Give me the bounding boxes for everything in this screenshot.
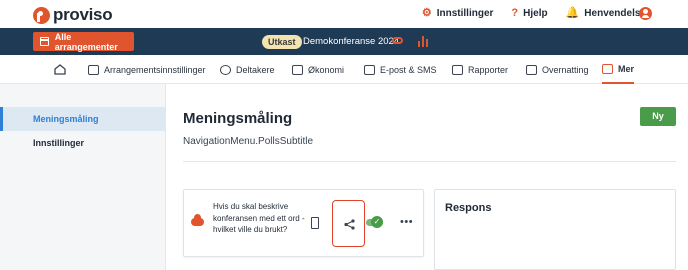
tab-participants[interactable]: Deltakere bbox=[220, 55, 275, 84]
stats-icon[interactable] bbox=[418, 36, 428, 47]
top-link-label: Henvendelse bbox=[584, 8, 646, 19]
top-link-label: Innstillinger bbox=[436, 8, 494, 19]
help-icon: ? bbox=[511, 7, 519, 19]
calendar-gear-icon bbox=[88, 64, 99, 75]
tab-label: Mer bbox=[618, 63, 635, 74]
tab-label: Rapporter bbox=[468, 64, 509, 75]
sidebar-item-settings[interactable]: Innstillinger bbox=[0, 131, 166, 155]
response-card: Respons bbox=[434, 189, 676, 270]
response-title: Respons bbox=[445, 202, 492, 214]
page-subtitle: NavigationMenu.PollsSubtitle bbox=[183, 136, 314, 147]
mobile-preview-icon[interactable] bbox=[311, 217, 319, 229]
logo-text: proviso bbox=[53, 5, 113, 24]
tab-economy[interactable]: Økonomi bbox=[292, 55, 344, 84]
tab-event-settings[interactable]: Arrangementsinnstillinger bbox=[88, 55, 206, 84]
tab-label: Deltakere bbox=[236, 64, 275, 75]
money-icon bbox=[292, 64, 303, 75]
event-name: Demokonferanse 2024 bbox=[303, 36, 400, 47]
home-icon[interactable] bbox=[54, 64, 66, 75]
link-icon[interactable] bbox=[392, 37, 403, 44]
more-icon[interactable]: ••• bbox=[400, 216, 413, 228]
top-links: ⚙ Innstillinger ? Hjelp 🔔 Henvendelse bbox=[421, 7, 646, 20]
top-link-help[interactable]: ? Hjelp bbox=[511, 7, 548, 20]
tab-more[interactable]: Mer bbox=[602, 55, 635, 84]
all-events-button[interactable]: Alle arrangementer bbox=[33, 31, 134, 52]
report-icon bbox=[452, 64, 463, 75]
new-poll-button[interactable]: Ny bbox=[640, 107, 676, 126]
check-icon: ✓ bbox=[371, 216, 383, 228]
logo-mark-icon bbox=[33, 6, 50, 24]
user-icon[interactable] bbox=[639, 7, 652, 20]
poll-question: Hvis du skal beskrive konferansen med et… bbox=[213, 202, 305, 234]
grid-icon bbox=[602, 63, 613, 74]
sidebar: Meningsmåling Innstillinger bbox=[0, 84, 166, 270]
poll-card: Hvis du skal beskrive konferansen med et… bbox=[183, 189, 424, 257]
top-link-settings[interactable]: ⚙ Innstillinger bbox=[421, 7, 494, 20]
bed-icon bbox=[526, 64, 537, 75]
top-bar: proviso ⚙ Innstillinger ? Hjelp 🔔 Henven… bbox=[0, 0, 688, 28]
gear-icon: ⚙ bbox=[421, 7, 432, 19]
users-icon bbox=[220, 64, 231, 75]
tab-label: E-post & SMS bbox=[380, 64, 437, 75]
bell-icon: 🔔 bbox=[565, 7, 580, 19]
logo[interactable]: proviso bbox=[33, 5, 113, 25]
sidebar-item-polls[interactable]: Meningsmåling bbox=[0, 107, 166, 131]
top-link-label: Hjelp bbox=[523, 8, 548, 19]
tab-reports[interactable]: Rapporter bbox=[452, 55, 508, 84]
tab-label: Økonomi bbox=[308, 64, 345, 75]
share-icon bbox=[344, 219, 355, 230]
word-cloud-icon bbox=[191, 214, 204, 226]
top-link-inquiry[interactable]: 🔔 Henvendelse bbox=[565, 7, 646, 20]
all-events-label: Alle arrangementer bbox=[54, 31, 118, 52]
tab-accommodation[interactable]: Overnatting bbox=[526, 55, 589, 84]
main-nav: Arrangementsinnstillinger Deltakere Økon… bbox=[0, 55, 688, 84]
mail-icon bbox=[364, 64, 375, 75]
page-title: Meningsmåling bbox=[183, 110, 293, 127]
event-bar: Alle arrangementer Utkast Demokonferanse… bbox=[0, 28, 688, 55]
tab-label: Overnatting bbox=[542, 64, 589, 75]
divider bbox=[183, 161, 676, 162]
calendar-icon bbox=[40, 37, 49, 46]
tab-email-sms[interactable]: E-post & SMS bbox=[364, 55, 437, 84]
share-button[interactable] bbox=[332, 200, 365, 247]
status-badge: Utkast bbox=[262, 35, 302, 49]
tab-label: Arrangementsinnstillinger bbox=[104, 64, 206, 75]
